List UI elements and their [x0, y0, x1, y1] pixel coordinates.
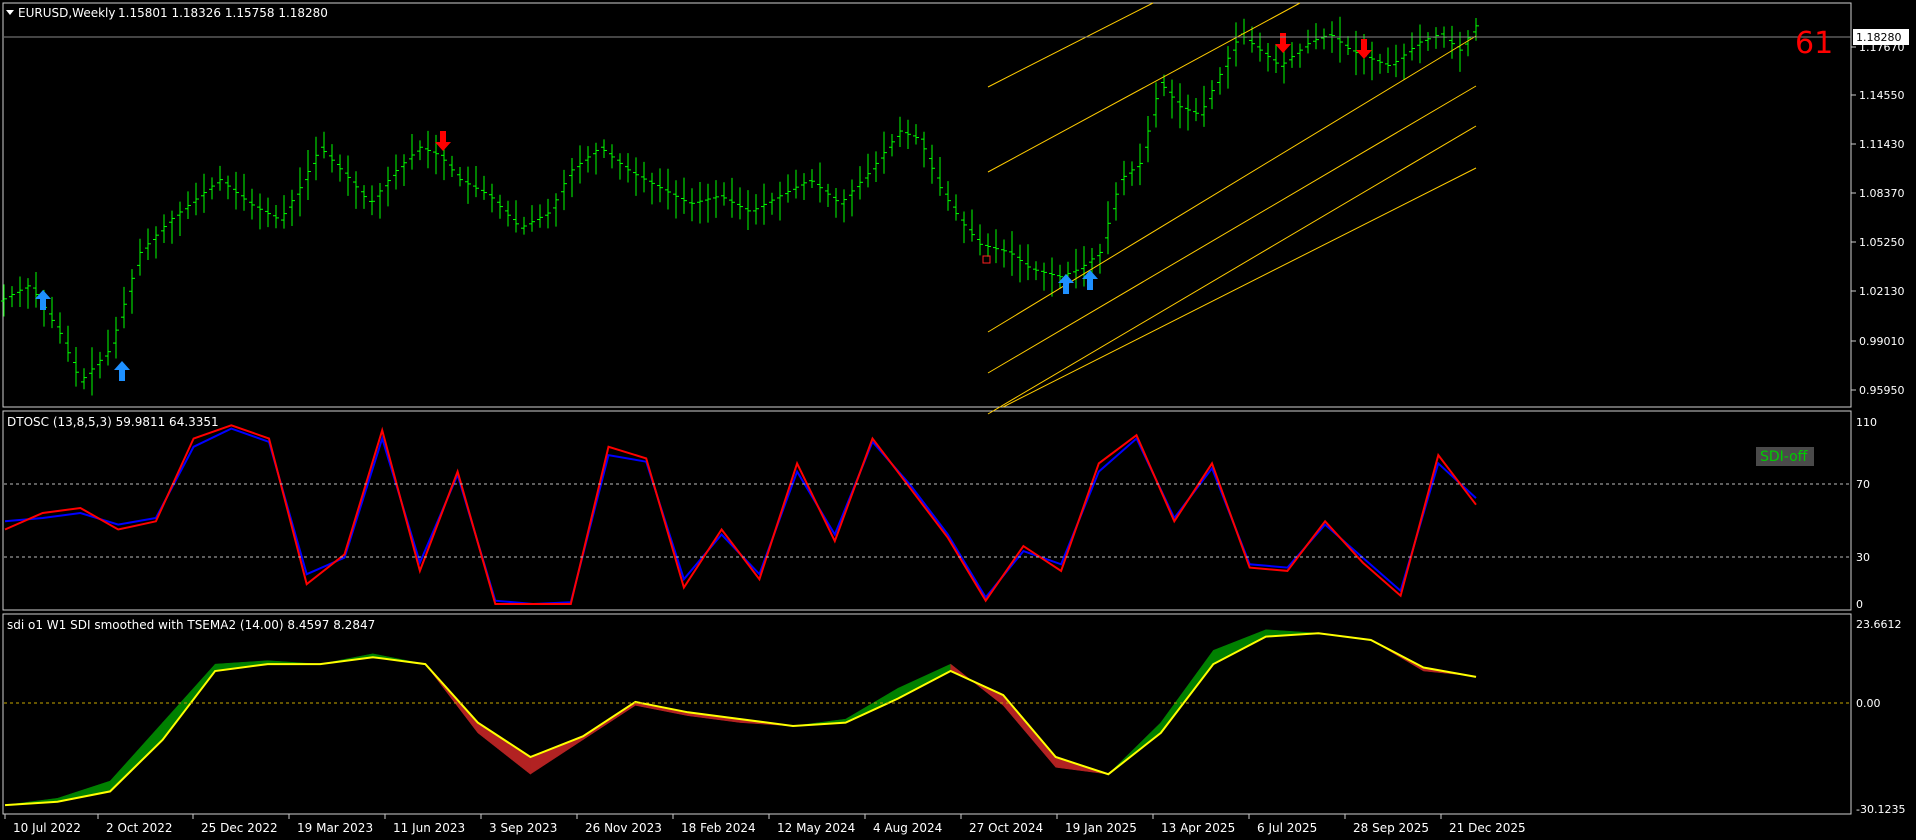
- dtosc-lines: [4, 424, 1477, 606]
- time-tick-label: 18 Feb 2024: [681, 821, 756, 835]
- sdi-fill-segment: [425, 663, 479, 734]
- sdi-fill-segment: [1160, 649, 1214, 734]
- price-axis[interactable]: 1.176701.145501.114301.083701.052501.021…: [1851, 41, 1905, 397]
- symbol-label: EURUSD,Weekly: [18, 6, 115, 20]
- time-axis[interactable]: 10 Jul 2022 2 Oct 2022 25 Dec 2022 19 Mar 2…: [4, 814, 1526, 835]
- sdi-pane[interactable]: [2, 613, 1852, 815]
- current-price-label: 1.18280: [1856, 31, 1902, 44]
- channel-line: [1002, 167, 1477, 408]
- buy-arrow-icon: [35, 290, 51, 310]
- main-pane[interactable]: [2, 2, 1852, 408]
- dtosc-tick-label: 70: [1856, 478, 1870, 491]
- sell-arrow-icon: [435, 131, 451, 151]
- menu-triangle-icon[interactable]: [6, 10, 14, 15]
- sell-arrow-icon: [1275, 33, 1291, 53]
- time-tick-label: 6 Jul 2025: [1257, 821, 1317, 835]
- sdi-off-label: SDI-off: [1760, 449, 1808, 465]
- sdi-axis: 23.6612 0.00 -30.1235: [1856, 618, 1905, 816]
- channel-line: [987, 35, 1477, 333]
- channel-line: [987, 85, 1477, 374]
- marker-square: [982, 255, 991, 264]
- time-tick-label: 28 Sep 2025: [1353, 821, 1429, 835]
- dtosc-axis: 110 70 30 0: [1856, 416, 1877, 611]
- sdi-fill-segment: [950, 663, 1004, 706]
- price-tick-label: 1.14550: [1859, 89, 1905, 102]
- sdi-fill-segment: [530, 735, 584, 775]
- time-tick-label: 13 Apr 2025: [1161, 821, 1235, 835]
- price-tick-label: 1.08370: [1859, 187, 1905, 200]
- price-tick-label: 1.11430: [1859, 138, 1905, 151]
- price-tick-label: 1.05250: [1859, 236, 1905, 249]
- dtosc-tick-label: 0: [1856, 598, 1863, 611]
- time-tick-label: 2 Oct 2022: [106, 821, 173, 835]
- sdi-tick-label: 0.00: [1856, 697, 1881, 710]
- sdi-lines: [4, 629, 1477, 807]
- sdi-tick-label: 23.6612: [1856, 618, 1902, 631]
- time-tick-label: 4 Aug 2024: [873, 821, 942, 835]
- dtosc-title: DTOSC (13,8,5,3) 59.9811 64.3351: [7, 415, 219, 429]
- time-tick-label: 25 Dec 2022: [201, 821, 278, 835]
- price-tick-label: 1.02130: [1859, 285, 1905, 298]
- sdi-fill-segment: [57, 780, 111, 802]
- sell-arrow-icon: [1356, 39, 1372, 59]
- dtosc-tick-label: 30: [1856, 551, 1870, 564]
- price-bars-layer: [1, 16, 1479, 396]
- price-tick-label: 0.95950: [1859, 384, 1905, 397]
- time-tick-label: 27 Oct 2024: [969, 821, 1043, 835]
- channel-line: [987, 2, 1154, 88]
- trading-chart[interactable]: EURUSD,Weekly 1.15801 1.18326 1.15758 1.…: [0, 0, 1916, 840]
- sdi-fill-segment: [1108, 721, 1162, 775]
- dtosc-fast-line: [4, 424, 1477, 605]
- sdi-signal-line: [4, 632, 1477, 807]
- time-tick-label: 10 Jul 2022: [13, 821, 81, 835]
- dtosc-tick-label: 110: [1856, 416, 1877, 429]
- sdi-fill-segment: [109, 721, 163, 792]
- time-tick-label: 12 May 2024: [777, 821, 855, 835]
- time-tick-label: 21 Dec 2025: [1449, 821, 1526, 835]
- sdi-tick-label: -30.1235: [1856, 803, 1905, 816]
- sdi-fill-segment: [845, 687, 899, 723]
- bar-counter: 61: [1795, 26, 1833, 61]
- price-tick-label: 0.99010: [1859, 335, 1905, 348]
- time-tick-label: 3 Sep 2023: [489, 821, 557, 835]
- sdi-title: sdi o1 W1 SDI smoothed with TSEMA2 (14.0…: [7, 618, 375, 632]
- channel-line: [987, 125, 1477, 415]
- ohlc-label: 1.15801 1.18326 1.15758 1.18280: [118, 6, 328, 20]
- dtosc-slow-line: [4, 427, 1477, 606]
- time-tick-label: 19 Mar 2023: [297, 821, 373, 835]
- time-tick-label: 19 Jan 2025: [1065, 821, 1137, 835]
- price-channel: [987, 2, 1477, 415]
- buy-arrow-icon: [114, 361, 130, 381]
- time-tick-label: 26 Nov 2023: [585, 821, 662, 835]
- time-tick-label: 11 Jun 2023: [393, 821, 465, 835]
- channel-line: [987, 2, 1301, 173]
- sdi-fill-segment: [477, 722, 531, 775]
